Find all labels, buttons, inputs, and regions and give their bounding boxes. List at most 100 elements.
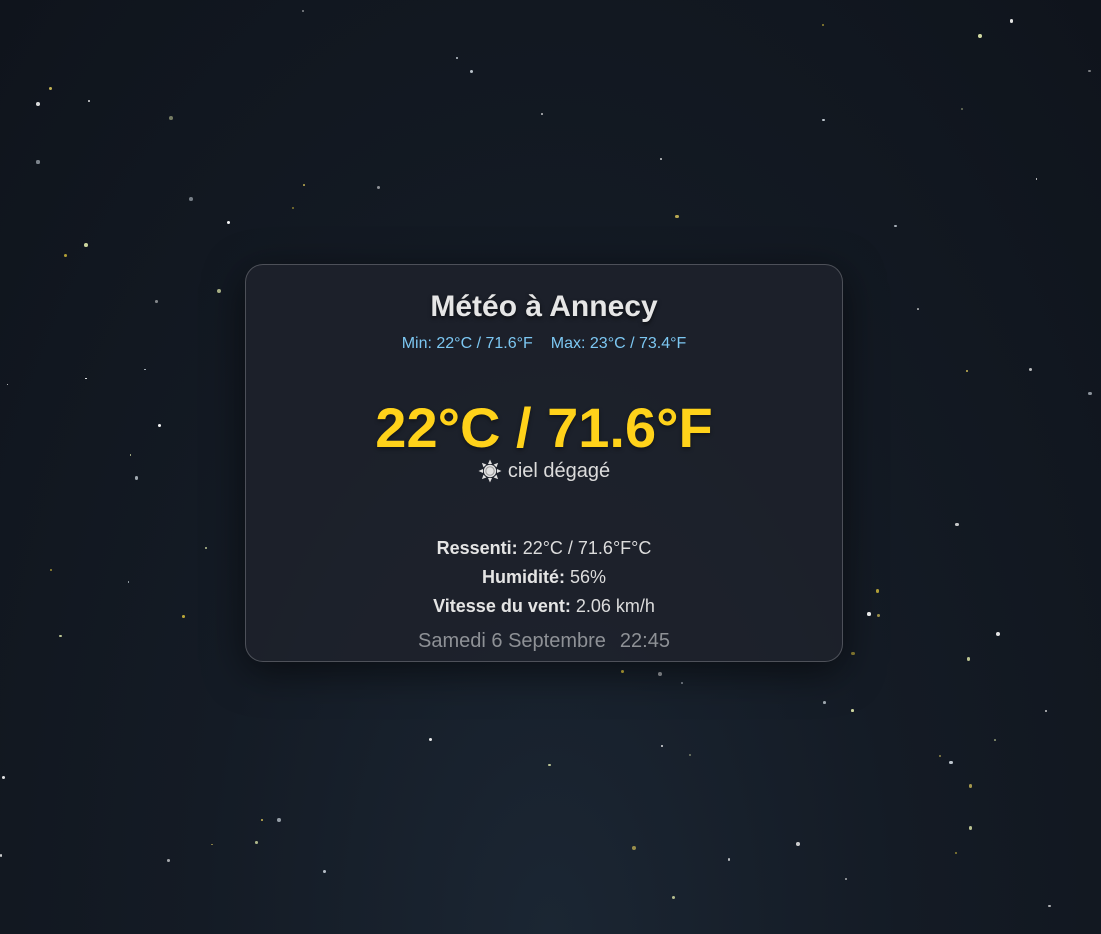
star [994, 739, 996, 741]
star [144, 368, 146, 371]
star [851, 708, 854, 712]
weather-condition: ciel dégagé [246, 459, 842, 483]
star [1088, 392, 1092, 396]
star [205, 546, 208, 549]
star [660, 744, 663, 747]
star [48, 86, 52, 90]
star [211, 843, 213, 846]
star [876, 589, 880, 593]
star [671, 895, 676, 900]
star [1028, 368, 1033, 372]
star [680, 681, 683, 685]
star [49, 569, 52, 572]
star [255, 841, 259, 844]
star [621, 669, 625, 673]
star [659, 158, 662, 160]
current-temperature: 22°C / 71.6°F [375, 396, 713, 459]
star [291, 206, 294, 209]
star [689, 754, 692, 757]
star [822, 24, 825, 27]
condition-text: ciel dégagé [507, 459, 611, 482]
star [129, 454, 132, 456]
star [428, 737, 433, 742]
sun-icon [478, 459, 502, 483]
star [134, 476, 139, 480]
star [59, 634, 62, 638]
time-text: 22:45 [619, 630, 670, 652]
star [796, 842, 800, 847]
star [85, 377, 87, 380]
wind-speed-row: Vitesse du vent: 2.06 km/h [246, 596, 842, 617]
star [541, 113, 544, 115]
weather-card: Météo à Annecy Min: 22°C / 71.6°F Max: 23… [245, 264, 843, 662]
star [966, 369, 969, 372]
star [35, 102, 40, 107]
star [960, 107, 963, 110]
min-max-temperatures: Min: 22°C / 71.6°F Max: 23°C / 73.4°F [246, 335, 842, 353]
star [844, 877, 848, 881]
star [84, 243, 89, 247]
max-temperature: Max: 23°C / 73.4°F [550, 335, 687, 352]
star [181, 614, 185, 618]
star [36, 160, 40, 164]
star [949, 760, 953, 765]
star [1035, 178, 1038, 180]
star [977, 34, 982, 39]
star [658, 671, 662, 676]
star [277, 818, 281, 822]
min-temperature: Min: 22°C / 71.6°F [401, 335, 533, 352]
star [0, 854, 3, 857]
feels-like-label: Ressenti: [436, 538, 518, 558]
star [822, 118, 825, 122]
feels-like-row: Ressenti: 22°C / 71.6°F°C [246, 538, 842, 559]
star [939, 754, 942, 758]
star [955, 852, 958, 855]
star [6, 383, 9, 386]
star [916, 308, 919, 311]
date-text: Samedi 6 Septembre [418, 630, 606, 652]
star [968, 826, 973, 831]
star [1009, 19, 1014, 24]
wind-speed-label: Vitesse du vent: [433, 596, 571, 616]
star [727, 857, 731, 861]
star [455, 56, 459, 59]
star [877, 614, 880, 618]
star [260, 818, 263, 821]
star [155, 299, 158, 303]
date-time: Samedi 6 Septembre 22:45 [246, 630, 842, 653]
star [851, 651, 855, 656]
star [303, 183, 305, 186]
star [226, 221, 231, 225]
feels-like-value: 22°C / 71.6°F°C [522, 538, 652, 558]
star [968, 784, 973, 789]
humidity-label: Humidité: [481, 567, 565, 587]
star [469, 69, 474, 74]
star [1088, 69, 1091, 73]
star [1, 775, 6, 780]
star [64, 253, 68, 257]
wind-speed-value: 2.06 km/h [575, 596, 655, 616]
humidity-row: Humidité: 56% [246, 567, 842, 588]
star [954, 522, 959, 527]
star [867, 612, 871, 616]
star [377, 185, 381, 189]
star [169, 116, 174, 121]
star [823, 700, 827, 704]
star [301, 9, 304, 12]
star [548, 763, 551, 767]
humidity-value: 56% [569, 567, 607, 587]
star [322, 869, 326, 873]
star [675, 214, 679, 219]
star [1048, 904, 1051, 908]
star [87, 100, 90, 103]
star [996, 631, 1001, 636]
star [966, 657, 970, 661]
page-title: Météo à Annecy [430, 290, 658, 323]
star [1044, 709, 1048, 713]
star [894, 224, 897, 227]
star [157, 424, 161, 428]
star [166, 858, 170, 862]
star [189, 196, 194, 201]
star [127, 581, 130, 583]
star [217, 289, 222, 294]
